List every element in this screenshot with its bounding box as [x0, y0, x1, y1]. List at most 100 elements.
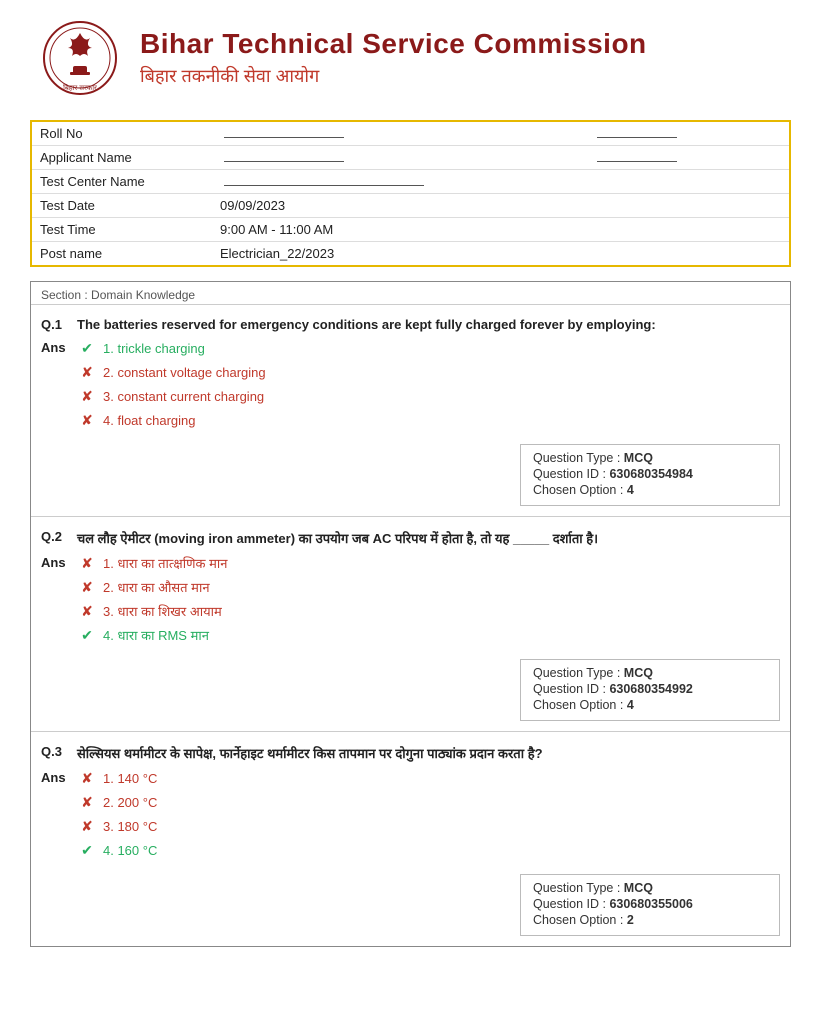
test-time-value: 9:00 AM - 11:00 AM [212, 218, 789, 242]
cross-icon: ✘ [77, 577, 97, 597]
exam-section: Section : Domain Knowledge Q.1The batter… [30, 281, 791, 947]
info-row-post: Post name Electrician_22/2023 [32, 242, 789, 266]
option-row-1-2: ✘ 2. constant voltage charging [77, 362, 780, 382]
option-text-1-3: 3. constant current charging [103, 389, 264, 404]
info-row-date: Test Date 09/09/2023 [32, 194, 789, 218]
applicant-name-value [212, 146, 589, 170]
cross-icon: ✘ [77, 816, 97, 836]
test-date-label: Test Date [32, 194, 212, 218]
question-text-2: चल लौह ऐमीटर (moving iron ammeter) का उप… [77, 529, 780, 547]
options-block-3: ✘ 1. 140 °C ✘ 2. 200 °C ✘ 3. 180 °C ✔ 4. 160 °C [77, 768, 780, 864]
info-row-time: Test Time 9:00 AM - 11:00 AM [32, 218, 789, 242]
ans-label-2: Ans [41, 555, 77, 570]
header-title-en: Bihar Technical Service Commission [140, 28, 647, 60]
question-block-1: Q.1The batteries reserved for emergency … [31, 305, 790, 517]
question-text-1: The batteries reserved for emergency con… [77, 317, 780, 332]
header-title-hi: बिहार तकनीकी सेवा आयोग [140, 64, 647, 88]
question-block-3: Q.3सेल्सियस थर्मामीटर के सापेक्ष, फार्ने… [31, 732, 790, 946]
q-info-box-1: Question Type : MCQ Question ID : 6306803… [520, 444, 780, 506]
option-text-2-2: 2. धारा का औसत मान [103, 578, 210, 596]
option-text-3-4: 4. 160 °C [103, 843, 157, 858]
q-info-box-2: Question Type : MCQ Question ID : 6306803… [520, 659, 780, 721]
option-text-2-3: 3. धारा का शिखर आयाम [103, 602, 222, 620]
option-text-2-1: 1. धारा का तात्क्षणिक मान [103, 554, 227, 572]
option-row-1-3: ✘ 3. constant current charging [77, 386, 780, 406]
info-row-applicant: Applicant Name [32, 146, 789, 170]
q-id-2: Question ID : 630680354992 [533, 682, 767, 696]
question-num-2: Q.2 [41, 529, 77, 544]
option-text-3-2: 2. 200 °C [103, 795, 157, 810]
q-type-2: Question Type : MCQ [533, 666, 767, 680]
ans-row-2: Ans✘1. धारा का तात्क्षणिक मान✘2. धारा का… [41, 553, 780, 649]
cross-icon: ✘ [77, 362, 97, 382]
cross-icon: ✘ [77, 601, 97, 621]
section-label: Section : Domain Knowledge [31, 282, 790, 305]
roll-no-spacer [589, 122, 789, 146]
option-text-1-2: 2. constant voltage charging [103, 365, 266, 380]
q-type-3: Question Type : MCQ [533, 881, 767, 895]
roll-no-value [212, 122, 589, 146]
header: बिहार सरकार Bihar Technical Service Comm… [0, 0, 821, 110]
roll-no-label: Roll No [32, 122, 212, 146]
chosen-option-3: Chosen Option : 2 [533, 913, 767, 927]
checkmark-icon: ✔ [77, 840, 97, 860]
question-num-3: Q.3 [41, 744, 77, 759]
q-id-1: Question ID : 630680354984 [533, 467, 767, 481]
option-row-3-1: ✘ 1. 140 °C [77, 768, 780, 788]
svg-text:बिहार सरकार: बिहार सरकार [63, 83, 97, 92]
option-text-3-3: 3. 180 °C [103, 819, 157, 834]
cross-icon: ✘ [77, 386, 97, 406]
q-info-box-3: Question Type : MCQ Question ID : 6306803… [520, 874, 780, 936]
info-row-center: Test Center Name [32, 170, 789, 194]
option-text-3-1: 1. 140 °C [103, 771, 157, 786]
cross-icon: ✘ [77, 410, 97, 430]
question-text-3: सेल्सियस थर्मामीटर के सापेक्ष, फार्नेहाइ… [77, 744, 780, 762]
option-row-2-4: ✔ 4. धारा का RMS मान [77, 625, 780, 645]
option-text-1-1: 1. trickle charging [103, 341, 205, 356]
applicant-name-label: Applicant Name [32, 146, 212, 170]
test-center-value [212, 170, 789, 194]
question-row-1: Q.1The batteries reserved for emergency … [41, 317, 780, 332]
post-name-label: Post name [32, 242, 212, 266]
info-row-rollno: Roll No [32, 122, 789, 146]
ans-label-3: Ans [41, 770, 77, 785]
option-row-3-2: ✘ 2. 200 °C [77, 792, 780, 812]
q-type-1: Question Type : MCQ [533, 451, 767, 465]
test-center-label: Test Center Name [32, 170, 212, 194]
option-row-3-4: ✔ 4. 160 °C [77, 840, 780, 860]
option-row-2-1: ✘ 1. धारा का तात्क्षणिक मान [77, 553, 780, 573]
options-block-1: ✔ 1. trickle charging ✘ 2. constant voltage… [77, 338, 780, 434]
option-text-1-4: 4. float charging [103, 413, 196, 428]
test-date-value: 09/09/2023 [212, 194, 789, 218]
option-row-2-3: ✘ 3. धारा का शिखर आयाम [77, 601, 780, 621]
option-row-1-1: ✔ 1. trickle charging [77, 338, 780, 358]
question-row-2: Q.2चल लौह ऐमीटर (moving iron ammeter) का… [41, 529, 780, 547]
header-text: Bihar Technical Service Commission बिहार… [140, 28, 647, 88]
post-name-value: Electrician_22/2023 [212, 242, 789, 266]
option-row-1-4: ✘ 4. float charging [77, 410, 780, 430]
question-block-2: Q.2चल लौह ऐमीटर (moving iron ammeter) का… [31, 517, 790, 732]
question-row-3: Q.3सेल्सियस थर्मामीटर के सापेक्ष, फार्ने… [41, 744, 780, 762]
logo: बिहार सरकार [40, 18, 120, 98]
info-section: Roll No Applicant Name Test Center Name [30, 120, 791, 267]
chosen-option-1: Chosen Option : 4 [533, 483, 767, 497]
info-table: Roll No Applicant Name Test Center Name [32, 122, 789, 265]
option-row-2-2: ✘ 2. धारा का औसत मान [77, 577, 780, 597]
q-id-3: Question ID : 630680355006 [533, 897, 767, 911]
question-num-1: Q.1 [41, 317, 77, 332]
applicant-name-spacer [589, 146, 789, 170]
cross-icon: ✘ [77, 553, 97, 573]
test-time-label: Test Time [32, 218, 212, 242]
option-text-2-4: 4. धारा का RMS मान [103, 626, 209, 644]
ans-row-3: Ans✘1. 140 °C✘2. 200 °C✘3. 180 °C✔4. 160… [41, 768, 780, 864]
options-block-2: ✘ 1. धारा का तात्क्षणिक मान ✘ 2. धारा का औस… [77, 553, 780, 649]
cross-icon: ✘ [77, 768, 97, 788]
checkmark-icon: ✔ [77, 338, 97, 358]
option-row-3-3: ✘ 3. 180 °C [77, 816, 780, 836]
questions-container: Q.1The batteries reserved for emergency … [31, 305, 790, 946]
chosen-option-2: Chosen Option : 4 [533, 698, 767, 712]
ans-row-1: Ans✔ 1. trickle charging ✘ 2. constant volt… [41, 338, 780, 434]
ans-label-1: Ans [41, 340, 77, 355]
cross-icon: ✘ [77, 792, 97, 812]
checkmark-icon: ✔ [77, 625, 97, 645]
